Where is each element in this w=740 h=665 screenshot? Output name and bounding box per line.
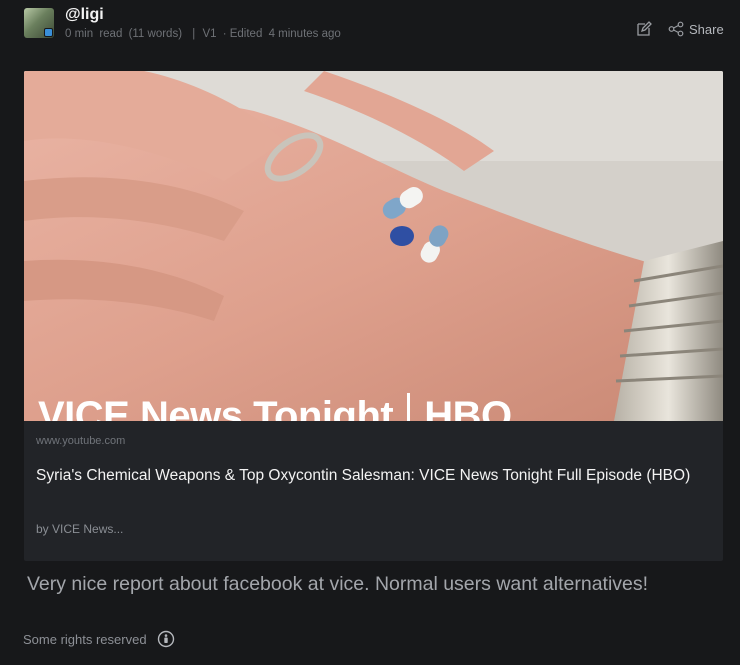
creative-commons-icon [157, 630, 174, 648]
license-footer[interactable]: Some rights reserved [23, 630, 175, 648]
post-meta: 0 min read (11 words) | V1 · Edited 4 mi… [65, 28, 344, 40]
edit-icon [637, 21, 652, 36]
thumbnail-brand-vice: VICE News Tonight [38, 394, 394, 421]
link-preview-card[interactable]: VICE News Tonight HBO www.youtube.com Syr… [24, 71, 723, 561]
edited-label: · Edited [222, 28, 263, 40]
link-byline: by VICE News... [36, 522, 124, 536]
share-button[interactable]: Share [668, 19, 724, 39]
thumbnail-overlay-text: VICE News Tonight HBO [38, 393, 512, 421]
edited-time: 4 minutes ago [268, 28, 341, 40]
read-time: 0 min [65, 28, 94, 40]
author-handle[interactable]: @ligi [65, 6, 104, 24]
license-label: Some rights reserved [23, 631, 147, 647]
edit-button[interactable] [634, 19, 654, 39]
version-link[interactable]: V1 [202, 28, 216, 40]
thumbnail-brand-hbo: HBO [424, 394, 512, 421]
meta-separator: | [192, 28, 196, 40]
read-label: read [99, 28, 123, 40]
link-domain: www.youtube.com [36, 435, 126, 447]
verified-badge-icon [44, 28, 53, 37]
hand-with-pills-image [24, 71, 723, 421]
post-header: @ligi 0 min read (11 words) | V1 · Edite… [0, 0, 740, 60]
video-thumbnail[interactable]: VICE News Tonight HBO [24, 71, 723, 421]
word-count: (11 words) [128, 28, 183, 40]
link-title[interactable]: Syria's Chemical Weapons & Top Oxycontin… [36, 464, 706, 488]
post-body-text: Very nice report about facebook at vice.… [27, 573, 649, 595]
share-label: Share [689, 21, 724, 37]
thumbnail-divider [407, 393, 411, 421]
author-avatar[interactable] [24, 8, 54, 38]
share-icon [668, 21, 684, 37]
